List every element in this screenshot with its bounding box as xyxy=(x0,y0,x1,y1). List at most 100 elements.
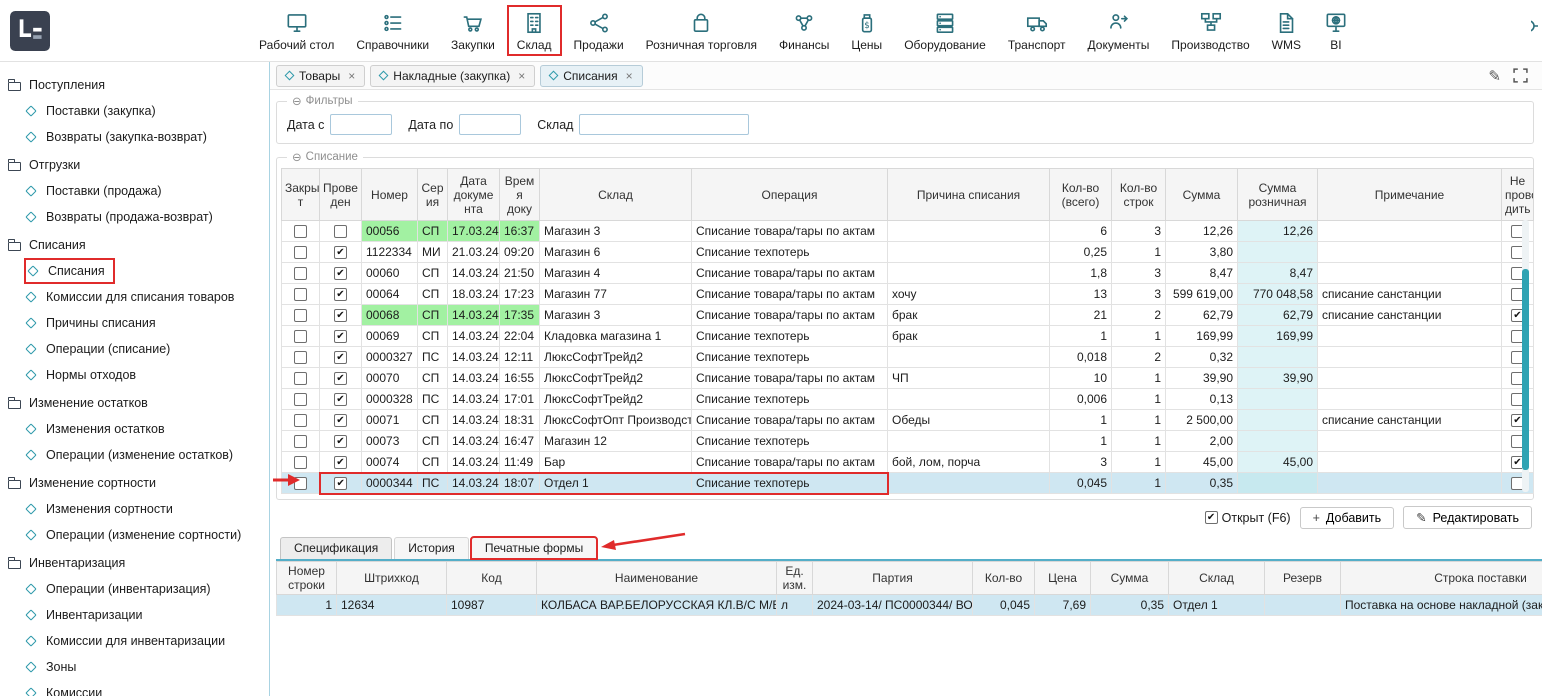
col-closed[interactable]: Закры т xyxy=(282,169,320,221)
cell-operation[interactable]: Списание техпотерь xyxy=(692,389,888,410)
sklad-input[interactable] xyxy=(579,114,749,135)
cell-date[interactable]: 14.03.24 xyxy=(448,452,500,473)
cell-qty_rows[interactable]: 2 xyxy=(1112,347,1166,368)
toolbar-retail[interactable]: Розничная торговля xyxy=(637,6,766,55)
closed-checkbox[interactable] xyxy=(294,372,307,385)
sidebar-item[interactable]: Операции (изменение остатков) xyxy=(24,442,269,468)
cell-sum_retail[interactable] xyxy=(1238,410,1318,431)
cell-sum_retail[interactable]: 62,79 xyxy=(1238,305,1318,326)
col-supply[interactable]: Строка поставки xyxy=(1341,561,1542,594)
cell-series[interactable]: СП xyxy=(418,284,448,305)
cell-reason[interactable] xyxy=(888,389,1050,410)
cell-sum[interactable]: 3,80 xyxy=(1166,242,1238,263)
toolbar-warehouse[interactable]: Склад xyxy=(508,6,561,55)
open-checkbox[interactable]: ✔ xyxy=(1205,511,1218,524)
cell-sum[interactable]: 0,35 xyxy=(1166,473,1238,494)
cell-time[interactable]: 12:11 xyxy=(500,347,540,368)
table-row[interactable]: ✔00071СП14.03.2418:31ЛюксСофтОпт Произво… xyxy=(282,410,1534,431)
cell-reason[interactable]: бой, лом, порча xyxy=(888,452,1050,473)
cell-qty_total[interactable]: 10 xyxy=(1050,368,1112,389)
cell-series[interactable]: МИ xyxy=(418,242,448,263)
table-row[interactable]: 00056СП17.03.2416:37Магазин 3Списание то… xyxy=(282,221,1534,242)
cell-time[interactable]: 18:07 xyxy=(500,473,540,494)
table-row[interactable]: ✔0000328ПС14.03.2417:01ЛюксСофтТрейд2Спи… xyxy=(282,389,1534,410)
col-qty_total[interactable]: Кол-во (всего) xyxy=(1050,169,1112,221)
sidebar-item[interactable]: Операции (инвентаризация) xyxy=(24,576,269,602)
cell-number[interactable]: 00060 xyxy=(362,263,418,284)
open-f6-toggle[interactable]: ✔ Открыт (F6) xyxy=(1205,511,1291,525)
cell-series[interactable]: СП xyxy=(418,305,448,326)
toolbar-finance[interactable]: Финансы xyxy=(770,6,838,55)
sidebar-item[interactable]: Операции (списание) xyxy=(24,336,269,362)
sidebar-item[interactable]: Зоны xyxy=(24,654,269,680)
col-sum[interactable]: Сумма xyxy=(1166,169,1238,221)
cell-sklad[interactable]: Отдел 1 xyxy=(540,473,692,494)
cell-qty_total[interactable]: 6 xyxy=(1050,221,1112,242)
table-row[interactable]: ✔00070СП14.03.2416:55ЛюксСофтТрейд2Списа… xyxy=(282,368,1534,389)
toolbar-prices[interactable]: $ Цены xyxy=(842,6,891,55)
checked-checkbox[interactable]: ✔ xyxy=(334,309,347,322)
table-row[interactable]: 11263410987КОЛБАСА ВАР.БЕЛОРУССКАЯ КЛ.В/… xyxy=(277,594,1542,615)
checked-checkbox[interactable]: ✔ xyxy=(334,246,347,259)
sidebar-item[interactable]: Изменения сортности xyxy=(24,496,269,522)
toolbar-purchases[interactable]: Закупки xyxy=(442,6,504,55)
sidebar-item[interactable]: Изменения остатков xyxy=(24,416,269,442)
cell-closed[interactable] xyxy=(282,284,320,305)
cell-time[interactable]: 16:37 xyxy=(500,221,540,242)
cell-operation[interactable]: Списание товара/тары по актам xyxy=(692,410,888,431)
cell-checked[interactable] xyxy=(320,221,362,242)
checked-checkbox[interactable]: ✔ xyxy=(334,414,347,427)
cell-qty_total[interactable]: 3 xyxy=(1050,452,1112,473)
cell-number[interactable]: 0000344 xyxy=(362,473,418,494)
cell-qty_total[interactable]: 0,006 xyxy=(1050,389,1112,410)
checked-checkbox[interactable]: ✔ xyxy=(334,351,347,364)
cell-date[interactable]: 14.03.24 xyxy=(448,473,500,494)
cell-closed[interactable] xyxy=(282,452,320,473)
cell-sum_retail[interactable]: 169,99 xyxy=(1238,326,1318,347)
cell-checked[interactable]: ✔ xyxy=(320,452,362,473)
cell-note[interactable] xyxy=(1318,368,1502,389)
cell-qty_rows[interactable]: 1 xyxy=(1112,452,1166,473)
cell-sklad[interactable]: Бар xyxy=(540,452,692,473)
cell-operation[interactable]: Списание техпотерь xyxy=(692,326,888,347)
cell-qty_rows[interactable]: 1 xyxy=(1112,473,1166,494)
sidebar-item[interactable]: Изменение сортности xyxy=(8,470,269,496)
cell-operation[interactable]: Списание товара/тары по актам xyxy=(692,284,888,305)
sidebar-item[interactable]: Комиссии xyxy=(24,680,269,696)
cell-reason[interactable]: брак xyxy=(888,305,1050,326)
closed-checkbox[interactable] xyxy=(294,267,307,280)
cell-number[interactable]: 00068 xyxy=(362,305,418,326)
cell-series[interactable]: СП xyxy=(418,431,448,452)
col-date[interactable]: Дата докуме нта xyxy=(448,169,500,221)
cell-sum_retail[interactable] xyxy=(1238,242,1318,263)
cell-reason[interactable]: хочу xyxy=(888,284,1050,305)
cell-note[interactable] xyxy=(1318,452,1502,473)
cell-sklad[interactable]: Отдел 1 xyxy=(1169,594,1265,615)
col-name[interactable]: Наименование xyxy=(537,561,777,594)
checked-checkbox[interactable]: ✔ xyxy=(334,288,347,301)
cell-qty_rows[interactable]: 2 xyxy=(1112,305,1166,326)
cell-time[interactable]: 17:23 xyxy=(500,284,540,305)
col-qty[interactable]: Кол-во xyxy=(973,561,1035,594)
closed-checkbox[interactable] xyxy=(294,225,307,238)
cell-qty_total[interactable]: 0,25 xyxy=(1050,242,1112,263)
cell-sum_retail[interactable] xyxy=(1238,473,1318,494)
cell-qty_total[interactable]: 1,8 xyxy=(1050,263,1112,284)
cell-date[interactable]: 14.03.24 xyxy=(448,305,500,326)
cell-number[interactable]: 0000328 xyxy=(362,389,418,410)
toolbar-bi[interactable]: BI xyxy=(1314,6,1358,55)
cell-sum_retail[interactable]: 12,26 xyxy=(1238,221,1318,242)
cell-sum[interactable]: 169,99 xyxy=(1166,326,1238,347)
cell-qty_total[interactable]: 1 xyxy=(1050,410,1112,431)
cell-sum_retail[interactable] xyxy=(1238,389,1318,410)
cell-checked[interactable]: ✔ xyxy=(320,410,362,431)
cell-checked[interactable]: ✔ xyxy=(320,368,362,389)
cell-note[interactable]: списание санстанции xyxy=(1318,410,1502,431)
cell-note[interactable] xyxy=(1318,389,1502,410)
cell-qty_total[interactable]: 1 xyxy=(1050,431,1112,452)
cell-reason[interactable]: Обеды xyxy=(888,410,1050,431)
col-sklad[interactable]: Склад xyxy=(1169,561,1265,594)
cell-series[interactable]: ПС xyxy=(418,389,448,410)
tab-close-icon[interactable]: × xyxy=(348,69,355,83)
cell-sklad[interactable]: Магазин 6 xyxy=(540,242,692,263)
